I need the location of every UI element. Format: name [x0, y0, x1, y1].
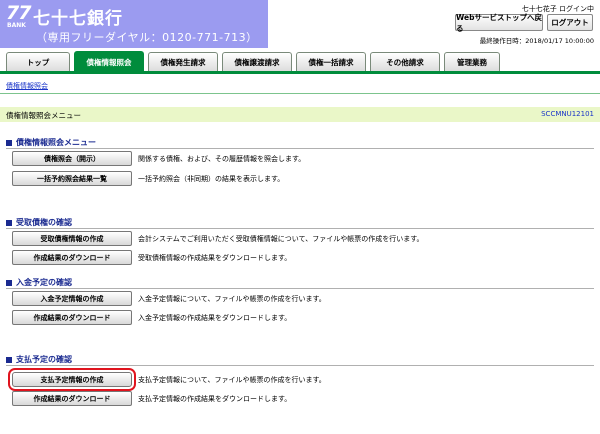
tab-other-requests[interactable]: その他請求: [370, 52, 440, 71]
subnav-divider: [0, 93, 600, 94]
download-deposit-results-button[interactable]: 作成結果のダウンロード: [12, 310, 132, 325]
main-tab-bar: トップ 債権情報照会 債権発生請求 債権譲渡請求 債権一括請求 その他請求 管理…: [0, 50, 600, 74]
bulk-reservation-results-desc: 一括予約照会（非同期）の結果を表示します。: [138, 175, 285, 183]
screen-id: SCCMNU12101: [541, 110, 594, 118]
download-deposit-results-desc: 入金予定情報の作成結果をダウンロードします。: [138, 314, 292, 322]
subnav-claim-inquiry[interactable]: 債権情報照会: [6, 81, 48, 91]
square-bullet-icon: [6, 356, 12, 363]
bulk-reservation-results-button[interactable]: 一括予約照会結果一覧: [12, 171, 132, 186]
section-title-deposit-schedule: 入金予定の確認: [6, 277, 72, 288]
square-bullet-icon: [6, 279, 12, 286]
create-deposit-schedule-button[interactable]: 入金予定情報の作成: [12, 291, 132, 306]
logo-number: 77: [6, 2, 31, 24]
tab-admin[interactable]: 管理業務: [444, 52, 500, 71]
logout-button[interactable]: ログアウト: [547, 14, 593, 31]
download-received-results-desc: 受取債権情報の作成結果をダウンロードします。: [138, 254, 292, 262]
tab-claim-bulk[interactable]: 債権一括請求: [296, 52, 366, 71]
section-title-received-claims: 受取債権の確認: [6, 217, 72, 228]
create-received-claims-button[interactable]: 受取債権情報の作成: [12, 231, 132, 246]
download-payment-results-button[interactable]: 作成結果のダウンロード: [12, 391, 132, 406]
claim-inquiry-button[interactable]: 債権照会（開示）: [12, 151, 132, 166]
download-received-results-button[interactable]: 作成結果のダウンロード: [12, 250, 132, 265]
download-payment-results-desc: 支払予定情報の作成結果をダウンロードします。: [138, 395, 292, 403]
square-bullet-icon: [6, 219, 12, 226]
tab-claim-issue[interactable]: 債権発生請求: [148, 52, 218, 71]
bank-logo: 77 BANK 七十七銀行 （専用フリーダイヤル：0120-771-713）: [0, 0, 268, 48]
section-divider: [6, 148, 594, 149]
last-operation-time: 最終操作日時：2018/01/17 10:00:00: [479, 37, 594, 45]
square-bullet-icon: [6, 139, 12, 146]
create-payment-schedule-button[interactable]: 支払予定情報の作成: [8, 368, 136, 391]
section-divider: [6, 228, 594, 229]
create-deposit-schedule-desc: 入金予定情報について、ファイルや帳票の作成を行います。: [138, 295, 326, 303]
toll-free-number: （専用フリーダイヤル：0120-771-713）: [36, 31, 258, 44]
section-title-inquiry: 債権情報照会メニュー: [6, 137, 96, 148]
screen-title-bar: 債権情報照会メニュー SCCMNU12101: [0, 107, 600, 122]
claim-inquiry-desc: 関係する債権、および、その履歴情報を照会します。: [138, 155, 306, 163]
section-divider: [6, 288, 594, 289]
create-payment-schedule-desc: 支払予定情報について、ファイルや帳票の作成を行います。: [138, 376, 326, 384]
tab-top[interactable]: トップ: [6, 52, 70, 71]
header: 77 BANK 七十七銀行 （専用フリーダイヤル：0120-771-713） 七…: [0, 0, 600, 48]
create-received-claims-desc: 会計システムでご利用いただく受取債権情報について、ファイルや帳票の作成を行います…: [138, 235, 424, 243]
tab-claim-inquiry[interactable]: 債権情報照会: [74, 51, 144, 73]
section-title-payment-schedule: 支払予定の確認: [6, 354, 72, 365]
bank-name: 七十七銀行: [33, 9, 123, 29]
tab-claim-transfer[interactable]: 債権譲渡請求: [222, 52, 292, 71]
section-divider: [6, 365, 594, 366]
logo-bank-text: BANK: [7, 22, 26, 29]
web-service-top-button[interactable]: Webサービストップへ戻る: [455, 13, 543, 33]
screen-title: 債権情報照会メニュー: [6, 111, 81, 120]
